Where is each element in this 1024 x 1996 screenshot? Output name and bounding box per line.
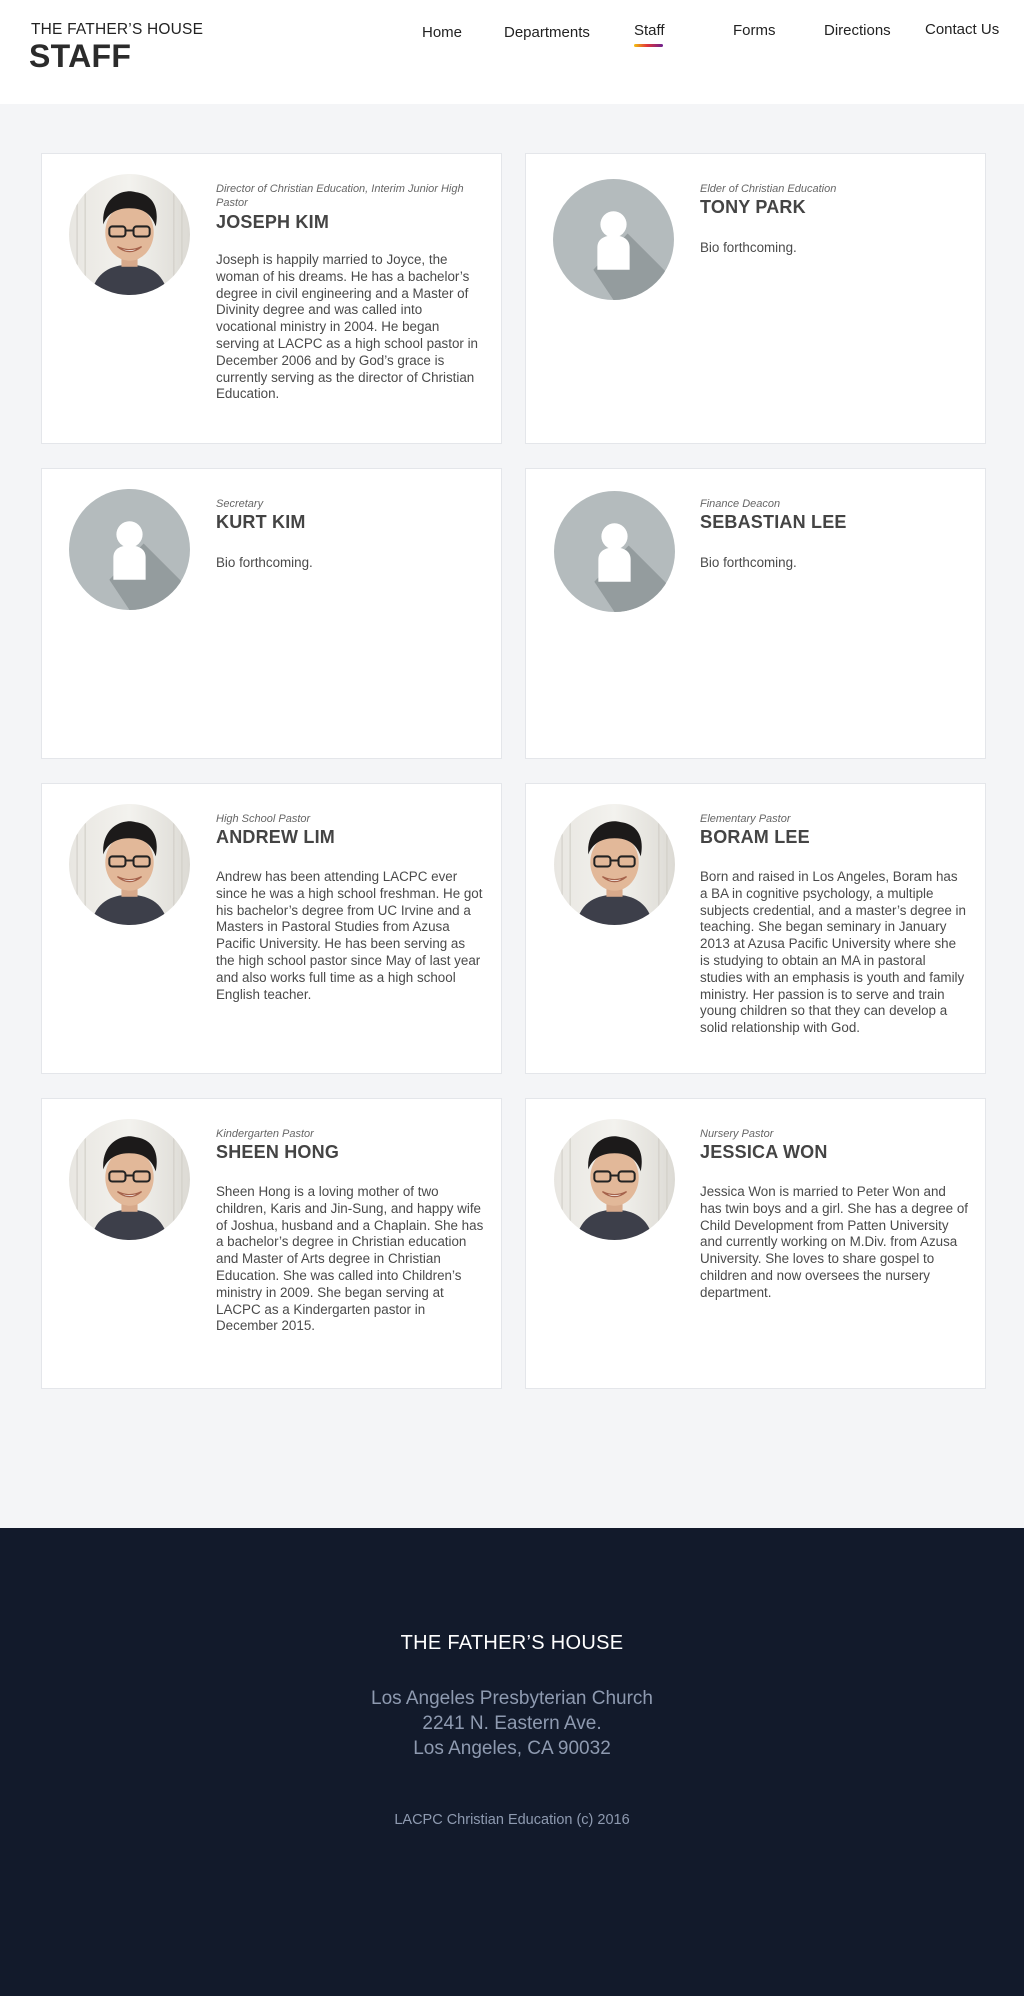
- staff-card: High School Pastor ANDREW LIM Andrew has…: [41, 783, 502, 1074]
- staff-photo: [69, 1119, 190, 1240]
- brand-name[interactable]: THE FATHER’S HOUSE: [31, 21, 203, 39]
- staff-photo: [69, 804, 190, 925]
- staff-role: Finance Deacon: [700, 498, 781, 510]
- staff-name: SEBASTIAN LEE: [700, 512, 847, 532]
- footer-address-line: Los Angeles, CA 90032: [413, 1738, 611, 1759]
- nav-departments[interactable]: Departments: [504, 24, 590, 41]
- staff-name: ANDREW LIM: [216, 827, 335, 847]
- staff-photo: [554, 1119, 675, 1240]
- staff-name: KURT KIM: [216, 512, 306, 532]
- staff-card: Elder of Christian Education TONY PARK B…: [525, 153, 986, 444]
- staff-name: JOSEPH KIM: [216, 212, 330, 232]
- staff-role: Kindergarten Pastor: [216, 1128, 314, 1140]
- staff-bio: Andrew has been attending LACPC ever sin…: [216, 869, 483, 1002]
- staff-card: Finance Deacon SEBASTIAN LEE Bio forthco…: [525, 468, 986, 759]
- nav-home[interactable]: Home: [422, 24, 462, 41]
- staff-role: High School Pastor: [216, 813, 311, 825]
- nav-contact-us[interactable]: Contact Us: [925, 21, 999, 38]
- nav-active-indicator: [634, 44, 663, 47]
- staff-photo-placeholder: [69, 489, 190, 610]
- staff-photo-placeholder: [553, 179, 674, 300]
- staff-card: Secretary KURT KIM Bio forthcoming.: [41, 468, 502, 759]
- staff-name: SHEEN HONG: [216, 1142, 340, 1162]
- staff-photo: [554, 804, 675, 925]
- staff-role: Nursery Pastor: [700, 1128, 774, 1140]
- staff-name: TONY PARK: [700, 197, 806, 217]
- staff-card: Elementary Pastor BORAM LEE Born and rai…: [525, 783, 986, 1074]
- staff-role: Secretary: [216, 498, 264, 510]
- footer-address-line: Los Angeles Presbyterian Church: [371, 1688, 653, 1709]
- staff-photo-placeholder: [554, 491, 675, 612]
- staff-bio: Bio forthcoming.: [700, 240, 797, 255]
- staff-directory: Director of Christian Education, Interim…: [0, 104, 1024, 1528]
- site-footer: THE FATHER’S HOUSE Los Angeles Presbyter…: [0, 1528, 1024, 1996]
- staff-bio: Bio forthcoming.: [700, 555, 797, 570]
- staff-role: Elementary Pastor: [700, 813, 791, 825]
- staff-card: Kindergarten Pastor SHEEN HONG Sheen Hon…: [41, 1098, 502, 1389]
- footer-title: THE FATHER’S HOUSE: [400, 1632, 624, 1654]
- staff-role: Director of Christian Education, Interim…: [216, 183, 464, 209]
- nav-directions[interactable]: Directions: [824, 22, 891, 39]
- staff-bio: Joseph is happily married to Joyce, the …: [216, 252, 479, 402]
- staff-bio: Jessica Won is married to Peter Won and …: [700, 1184, 968, 1300]
- staff-card: Director of Christian Education, Interim…: [41, 153, 502, 444]
- site-header: THE FATHER’S HOUSE STAFF Home Department…: [0, 0, 1024, 104]
- footer-address: Los Angeles Presbyterian Church 2241 N. …: [0, 1686, 1024, 1761]
- footer-address-line: 2241 N. Eastern Ave.: [422, 1713, 602, 1734]
- page-title: STAFF: [29, 38, 132, 74]
- staff-name: JESSICA WON: [700, 1142, 828, 1162]
- staff-bio: Bio forthcoming.: [216, 555, 313, 570]
- staff-role: Elder of Christian Education: [700, 183, 837, 195]
- nav-staff[interactable]: Staff: [634, 22, 665, 39]
- staff-name: BORAM LEE: [700, 827, 810, 847]
- footer-copyright: LACPC Christian Education (c) 2016: [394, 1812, 630, 1828]
- staff-bio: Born and raised in Los Angeles, Boram ha…: [700, 869, 966, 1036]
- staff-photo: [69, 174, 190, 295]
- staff-bio: Sheen Hong is a loving mother of two chi…: [216, 1184, 484, 1334]
- nav-forms[interactable]: Forms: [733, 22, 776, 39]
- staff-card: Nursery Pastor JESSICA WON Jessica Won i…: [525, 1098, 986, 1389]
